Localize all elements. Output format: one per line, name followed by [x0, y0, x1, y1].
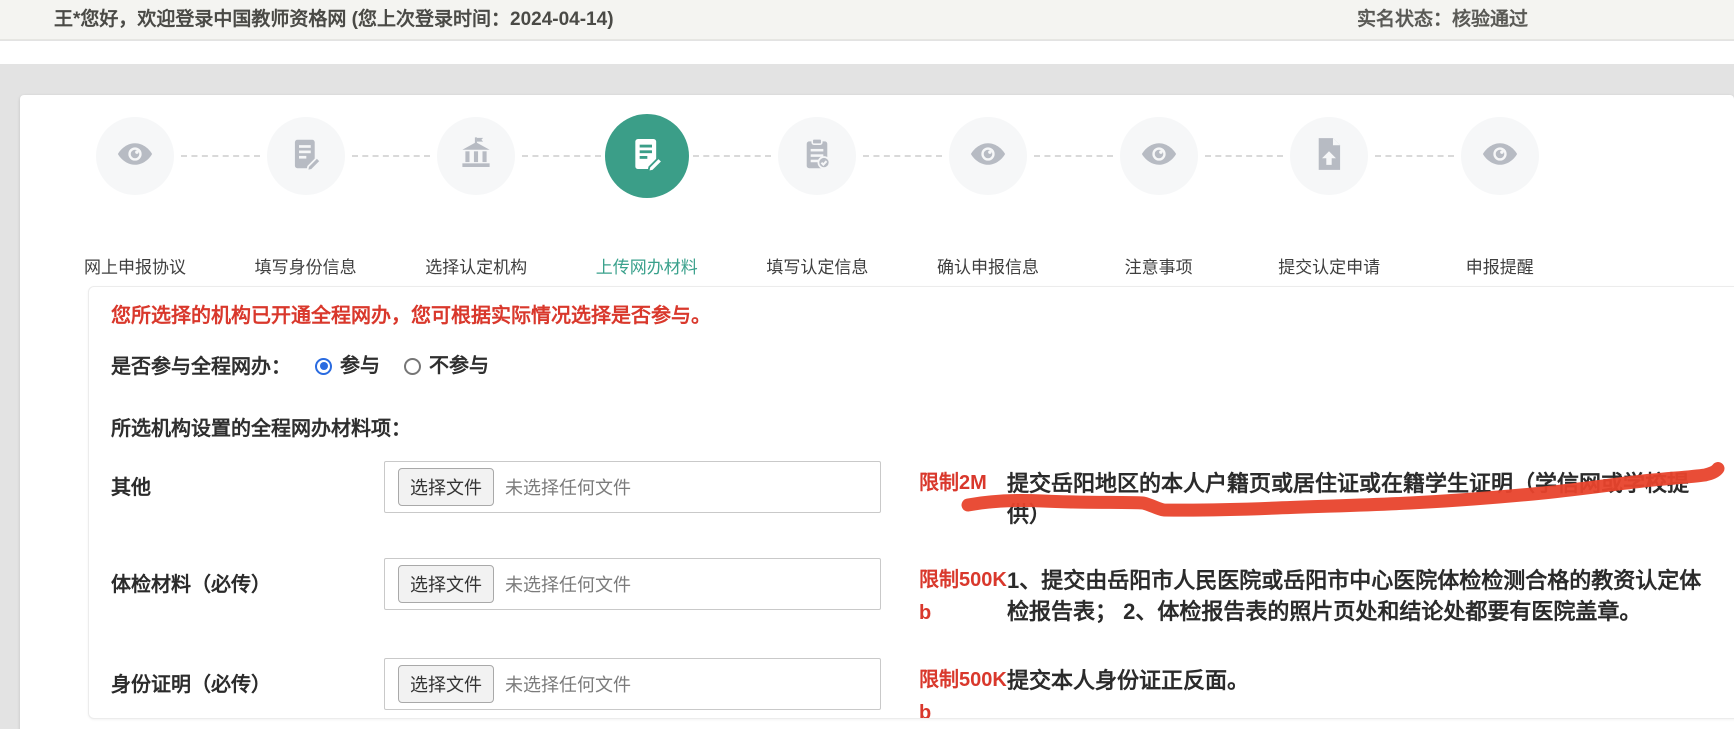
file-input-column: 选择文件未选择任何文件 [384, 461, 919, 513]
topbar: 王*您好，欢迎登录中国教师资格网 (您上次登录时间：2024-04-14) 实名… [0, 0, 1734, 40]
material-name: 其他 [111, 461, 384, 500]
step-connector [1034, 155, 1113, 157]
material-description: 提交岳阳地区的本人户籍页或居住证或在籍学生证明（学信网或学校提供） [1007, 461, 1707, 530]
participate-options: 参与 不参与 [291, 353, 489, 382]
step-connector [1205, 155, 1284, 157]
step-circle-3 [437, 117, 515, 195]
participate-row: 是否参与全程网办： 参与 不参与 [111, 353, 1734, 382]
material-description: 1、提交由岳阳市人民医院或岳阳市中心医院体检检测合格的教资认定体检报告表； 2、… [1007, 558, 1707, 627]
step-connector [693, 155, 772, 157]
choose-file-button[interactable]: 选择文件 [398, 665, 494, 703]
step-label-1: 网上申报协议 [50, 253, 220, 278]
file-input[interactable]: 选择文件未选择任何文件 [384, 658, 881, 710]
participate-option-label[interactable]: 不参与 [429, 353, 489, 379]
user-greeting: 王*您好，欢迎登录中国教师资格网 (您上次登录时间：2024-04-14) [54, 0, 614, 40]
document-edit-icon [627, 134, 667, 179]
step-circle-6 [949, 117, 1027, 195]
step-circle-9 [1461, 117, 1539, 195]
file-placeholder: 未选择任何文件 [505, 571, 631, 597]
materials-list: 其他选择文件未选择任何文件限制2M提交岳阳地区的本人户籍页或居住证或在籍学生证明… [111, 461, 1734, 720]
bank-icon [457, 135, 495, 178]
step-label-4: 上传网办材料 [562, 253, 732, 278]
step-connector [181, 155, 260, 157]
clipboard-check-icon [798, 135, 836, 178]
size-limit: 限制500Kb [919, 558, 1007, 630]
choose-file-button[interactable]: 选择文件 [398, 468, 494, 506]
material-row: 体检材料（必传）选择文件未选择任何文件限制500Kb1、提交由岳阳市人民医院或岳… [111, 558, 1734, 630]
size-limit: 限制2M [919, 461, 1007, 500]
main-card: 网上申报协议 填写身份信息 选择认定机构 上传网办材料 填写认定信息 确认申报信… [20, 95, 1734, 729]
material-name: 身份证明（必传） [111, 658, 384, 697]
material-row: 其他选择文件未选择任何文件限制2M提交岳阳地区的本人户籍页或居住证或在籍学生证明… [111, 461, 1734, 530]
radio-unselected-icon[interactable] [404, 358, 421, 375]
step-connector [1375, 155, 1454, 157]
online-process-notice: 您所选择的机构已开通全程网办，您可根据实际情况选择是否参与。 [111, 303, 1734, 329]
eye-icon [1140, 135, 1178, 178]
radio-selected-icon[interactable] [315, 358, 332, 375]
step-circle-8 [1290, 117, 1368, 195]
file-input-column: 选择文件未选择任何文件 [384, 558, 919, 610]
file-placeholder: 未选择任何文件 [505, 474, 631, 500]
participate-option-2[interactable]: 不参与 [404, 353, 489, 379]
material-row: 身份证明（必传）选择文件未选择任何文件限制500Kb提交本人身份证正反面。 [111, 658, 1734, 720]
participate-option-1[interactable]: 参与 [315, 353, 380, 379]
materials-panel: 您所选择的机构已开通全程网办，您可根据实际情况选择是否参与。 是否参与全程网办：… [88, 286, 1734, 719]
participate-label: 是否参与全程网办： [111, 354, 291, 380]
step-label-9: 申报提醒 [1415, 253, 1585, 278]
file-input[interactable]: 选择文件未选择任何文件 [384, 558, 881, 610]
realname-status: 实名状态：核验通过 [1357, 0, 1528, 40]
step-label-5: 填写认定信息 [732, 253, 902, 278]
step-circle-1 [96, 117, 174, 195]
file-input[interactable]: 选择文件未选择任何文件 [384, 461, 881, 513]
step-circle-4 [605, 114, 689, 198]
step-label-2: 填写身份信息 [221, 253, 391, 278]
step-circle-7 [1120, 117, 1198, 195]
stepper: 网上申报协议 填写身份信息 选择认定机构 上传网办材料 填写认定信息 确认申报信… [20, 95, 1734, 285]
step-label-6: 确认申报信息 [903, 253, 1073, 278]
participate-option-label[interactable]: 参与 [340, 353, 380, 379]
step-connector [352, 155, 431, 157]
file-upload-icon [1310, 135, 1348, 178]
step-circle-5 [778, 117, 856, 195]
step-label-8: 提交认定申请 [1244, 253, 1414, 278]
document-edit-icon [287, 135, 325, 178]
eye-icon [1481, 135, 1519, 178]
step-connector [522, 155, 601, 157]
file-placeholder: 未选择任何文件 [505, 671, 631, 697]
step-connector [863, 155, 942, 157]
eye-icon [969, 135, 1007, 178]
choose-file-button[interactable]: 选择文件 [398, 565, 494, 603]
step-label-7: 注意事项 [1074, 253, 1244, 278]
size-limit: 限制500Kb [919, 658, 1007, 720]
eye-icon [116, 135, 154, 178]
header-gap [0, 41, 1734, 64]
step-circle-2 [267, 117, 345, 195]
material-description: 提交本人身份证正反面。 [1007, 658, 1707, 696]
material-name: 体检材料（必传） [111, 558, 384, 597]
step-label-3: 选择认定机构 [391, 253, 561, 278]
page: 王*您好，欢迎登录中国教师资格网 (您上次登录时间：2024-04-14) 实名… [0, 0, 1734, 729]
file-input-column: 选择文件未选择任何文件 [384, 658, 919, 710]
materials-title: 所选机构设置的全程网办材料项： [111, 416, 1734, 442]
